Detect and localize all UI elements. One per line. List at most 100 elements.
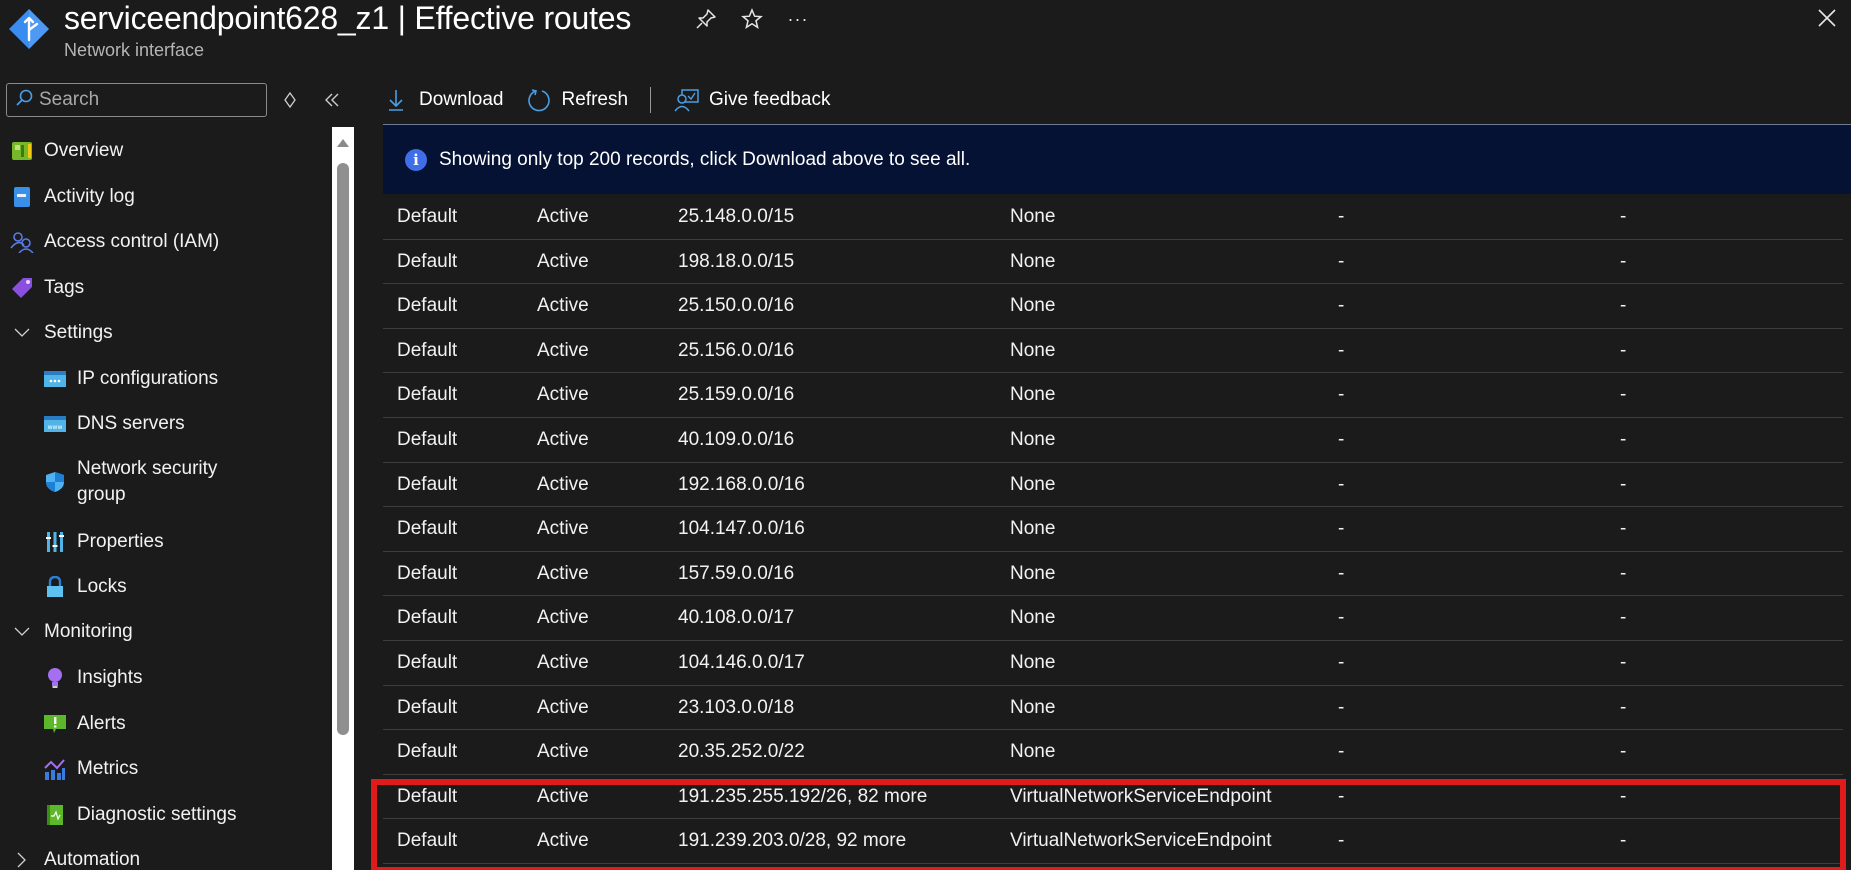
sidebar-item-label: Locks	[77, 576, 127, 597]
state-cell: Active	[537, 785, 589, 807]
user-defined-route-cell: -	[1620, 384, 1627, 406]
sidebar-item-tags[interactable]: Tags	[10, 276, 84, 300]
star-icon[interactable]	[739, 6, 765, 32]
state-cell: Active	[537, 206, 589, 227]
sidebar-item-network-security-group[interactable]: Network security group	[43, 456, 237, 508]
table-row[interactable]: Default Active 191.235.255.192/26, 82 more…	[383, 775, 1843, 820]
state-cell: Active	[537, 830, 589, 852]
sidebar-item-diagnostic-settings[interactable]: Diagnostic settings	[43, 803, 236, 827]
next-hop-type-cell: None	[1010, 428, 1056, 450]
effective-routes-table: Default Active 25.148.0.0/15 None - - Default A…	[383, 195, 1843, 864]
source-cell: Default	[397, 562, 458, 584]
table-row[interactable]: Default Active 157.59.0.0/16 None - -	[383, 552, 1843, 597]
table-row[interactable]: Default Active 40.108.0.0/17 None - -	[383, 596, 1843, 641]
user-defined-route-cell: -	[1620, 339, 1627, 361]
refresh-label: Refresh	[561, 89, 629, 110]
next-hop-ip-cell: -	[1338, 785, 1345, 807]
next-hop-type-cell: None	[1010, 473, 1056, 495]
close-icon[interactable]	[1813, 4, 1841, 32]
sidebar-item-ip-configurations[interactable]: IP configurations	[43, 367, 218, 391]
table-row[interactable]: Default Active 23.103.0.0/18 None - -	[383, 686, 1843, 731]
sidebar-item-activity-log[interactable]: Activity log	[10, 185, 135, 209]
sidebar-group-automation[interactable]: Automation	[10, 848, 140, 870]
svg-text:www: www	[48, 424, 63, 431]
tag-icon	[10, 276, 34, 300]
next-hop-type-cell: None	[1010, 250, 1056, 272]
sidebar-item-alerts[interactable]: Alerts	[43, 712, 126, 736]
refresh-button[interactable]: Refresh	[526, 87, 629, 113]
sidebar-item-label: Metrics	[77, 758, 139, 779]
sidebar-item-label: IP configurations	[77, 368, 219, 389]
sidebar-item-label: Tags	[44, 277, 85, 298]
address-prefix-cell: 25.150.0.0/16	[678, 295, 795, 317]
more-icon[interactable]: ···	[785, 6, 811, 32]
sidebar-item-label: Access control (IAM)	[44, 231, 220, 252]
chevron-right-icon	[10, 848, 34, 870]
next-hop-ip-cell: -	[1338, 518, 1345, 540]
address-prefix-cell: 25.159.0.0/16	[678, 384, 795, 406]
sidebar-item-label: Alerts	[77, 713, 126, 734]
next-hop-ip-cell: -	[1338, 206, 1345, 227]
source-cell: Default	[397, 607, 458, 629]
next-hop-ip-cell: -	[1338, 295, 1345, 317]
network-interface-icon	[8, 8, 50, 50]
chevron-down-icon	[10, 620, 34, 644]
activity-log-icon	[10, 185, 34, 209]
pin-icon[interactable]	[693, 6, 719, 32]
search-input[interactable]	[39, 89, 239, 111]
state-cell: Active	[537, 651, 589, 673]
table-row[interactable]: Default Active 104.147.0.0/16 None - -	[383, 507, 1843, 552]
next-hop-type-cell: None	[1010, 696, 1056, 718]
sidebar-item-overview[interactable]: Overview	[10, 139, 123, 163]
state-cell: Active	[537, 339, 589, 361]
sidebar-item-insights[interactable]: Insights	[43, 666, 142, 690]
overview-icon	[10, 139, 34, 163]
state-cell: Active	[537, 295, 589, 317]
sort-toggle-icon[interactable]	[278, 88, 302, 112]
collapse-sidebar-icon[interactable]	[320, 88, 344, 112]
table-row[interactable]: Default Active 192.168.0.0/16 None - -	[383, 463, 1843, 508]
next-hop-type-cell: None	[1010, 518, 1056, 540]
sidebar-search[interactable]	[6, 83, 267, 117]
table-row[interactable]: Default Active 25.156.0.0/16 None - -	[383, 329, 1843, 374]
sidebar-item-access-control[interactable]: Access control (IAM)	[10, 230, 219, 254]
next-hop-ip-cell: -	[1338, 830, 1345, 852]
chevron-down-icon	[10, 321, 34, 345]
table-row[interactable]: Default Active 25.159.0.0/16 None - -	[383, 373, 1843, 418]
user-defined-route-cell: -	[1620, 473, 1627, 495]
sidebar-group-monitoring[interactable]: Monitoring	[10, 620, 133, 644]
table-row[interactable]: Default Active 104.146.0.0/17 None - -	[383, 641, 1843, 686]
download-button[interactable]: Download	[383, 87, 504, 113]
state-cell: Active	[537, 428, 589, 450]
properties-icon	[43, 530, 67, 554]
sidebar-group-settings[interactable]: Settings	[10, 321, 113, 345]
table-row[interactable]: Default Active 20.35.252.0/22 None - -	[383, 730, 1843, 775]
scroll-up-arrow-icon[interactable]	[337, 139, 349, 147]
sidebar-item-locks[interactable]: Locks	[43, 575, 127, 599]
sidebar-item-metrics[interactable]: Metrics	[43, 757, 138, 781]
feedback-icon	[673, 87, 699, 113]
sidebar-scrollbar-thumb[interactable]	[337, 163, 349, 735]
sidebar-item-properties[interactable]: Properties	[43, 530, 164, 554]
sidebar-item-label: Insights	[77, 667, 143, 688]
next-hop-ip-cell: -	[1338, 339, 1345, 361]
address-prefix-cell: 104.147.0.0/16	[678, 518, 805, 540]
table-row[interactable]: Default Active 25.150.0.0/16 None - -	[383, 284, 1843, 329]
table-row[interactable]: Default Active 191.239.203.0/28, 92 more Vi…	[383, 819, 1843, 864]
sidebar-item-label: Activity log	[44, 186, 135, 207]
give-feedback-button[interactable]: Give feedback	[673, 87, 831, 113]
search-icon	[15, 89, 33, 112]
command-bar: Download Refresh Give feedback	[383, 82, 853, 118]
sidebar-group-label: Automation	[44, 849, 141, 870]
sidebar-item-dns-servers[interactable]: www DNS servers	[43, 412, 185, 436]
address-prefix-cell: 23.103.0.0/18	[678, 696, 795, 718]
table-row[interactable]: Default Active 25.148.0.0/15 None - -	[383, 195, 1843, 240]
next-hop-type-cell: None	[1010, 339, 1056, 361]
user-defined-route-cell: -	[1620, 741, 1627, 763]
address-prefix-cell: 157.59.0.0/16	[678, 562, 795, 584]
table-row[interactable]: Default Active 198.18.0.0/15 None - -	[383, 240, 1843, 285]
address-prefix-cell: 25.156.0.0/16	[678, 339, 795, 361]
table-row[interactable]: Default Active 40.109.0.0/16 None - -	[383, 418, 1843, 463]
sidebar-item-label: Overview	[44, 140, 124, 161]
user-defined-route-cell: -	[1620, 295, 1627, 317]
